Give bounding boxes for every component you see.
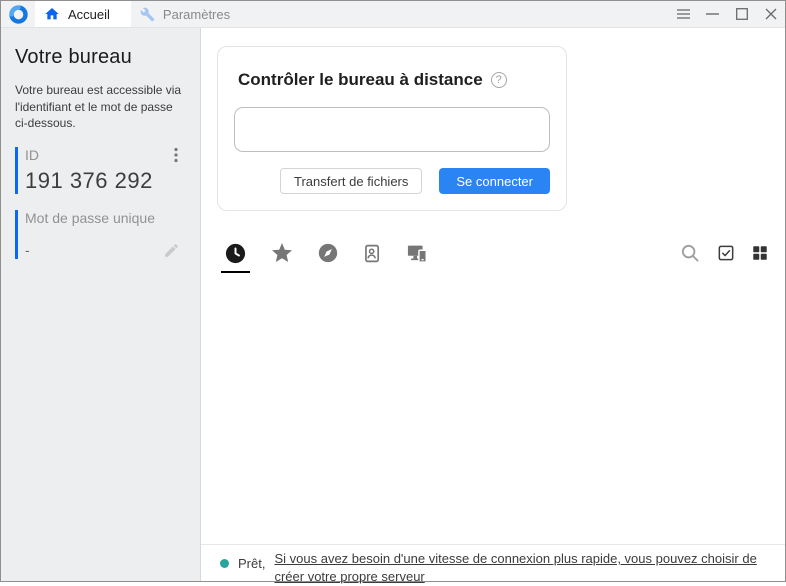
device-id-value[interactable]: 191 376 292: [25, 168, 186, 194]
file-transfer-button[interactable]: Transfert de fichiers: [279, 168, 423, 194]
status-text: Prêt,: [238, 555, 266, 571]
edit-password-icon[interactable]: [163, 242, 180, 259]
tab-settings[interactable]: Paramètres: [131, 1, 251, 27]
tab-recent-sessions[interactable]: [221, 241, 250, 273]
tab-discovered[interactable]: [314, 241, 342, 273]
app-logo-icon: [1, 1, 35, 27]
search-icon[interactable]: [679, 242, 701, 264]
tab-home[interactable]: Accueil: [35, 1, 131, 27]
tab-favorites[interactable]: [267, 241, 297, 273]
address-book-icon: [362, 243, 383, 264]
close-icon[interactable]: [756, 1, 785, 27]
help-icon[interactable]: ?: [490, 72, 507, 88]
grid-view-icon[interactable]: [751, 244, 769, 262]
kebab-menu-icon[interactable]: [174, 147, 178, 163]
window-controls: [669, 1, 785, 27]
connect-button[interactable]: Se connecter: [439, 168, 550, 194]
tab-home-label: Accueil: [68, 6, 110, 22]
tab-settings-label: Paramètres: [162, 6, 231, 22]
main-row: Votre bureau Votre bureau est accessible…: [1, 28, 785, 584]
main-content: Contrôler le bureau à distance ? Transfe…: [201, 28, 785, 584]
id-section: ID 191 376 292: [15, 146, 186, 194]
menu-icon[interactable]: [669, 1, 698, 27]
sidebar-description: Votre bureau est accessible via l'identi…: [15, 83, 182, 131]
home-icon: [44, 6, 60, 22]
peer-list-empty-area: [201, 273, 785, 544]
star-icon: [270, 241, 294, 265]
devices-icon: [406, 242, 430, 264]
status-online-dot: [220, 558, 229, 568]
remote-id-input[interactable]: [234, 107, 550, 152]
select-peers-icon[interactable]: [716, 243, 736, 263]
tab-address-book[interactable]: [359, 241, 386, 273]
password-section: Mot de passe unique -: [15, 209, 186, 259]
sidebar-title: Votre bureau: [15, 46, 132, 68]
password-label: Mot de passe unique: [25, 209, 155, 226]
id-label: ID: [25, 146, 39, 163]
statusbar: Prêt, Si vous avez besoin d'une vitesse …: [201, 544, 785, 584]
remote-control-card: Contrôler le bureau à distance ? Transfe…: [217, 46, 567, 211]
setup-server-link[interactable]: Si vous avez besoin d'une vitesse de con…: [274, 550, 779, 586]
clock-icon: [224, 242, 247, 265]
minimize-icon[interactable]: [698, 1, 727, 27]
peer-tabs-row: [201, 241, 785, 273]
tab-devices[interactable]: [403, 241, 433, 273]
sidebar: Votre bureau Votre bureau est accessible…: [1, 28, 201, 581]
compass-icon: [317, 242, 339, 264]
password-value[interactable]: -: [25, 242, 30, 258]
card-title: Contrôler le bureau à distance: [238, 70, 483, 89]
titlebar: Accueil Paramètres: [1, 1, 785, 28]
wrench-icon: [140, 7, 155, 22]
maximize-icon[interactable]: [727, 1, 756, 27]
